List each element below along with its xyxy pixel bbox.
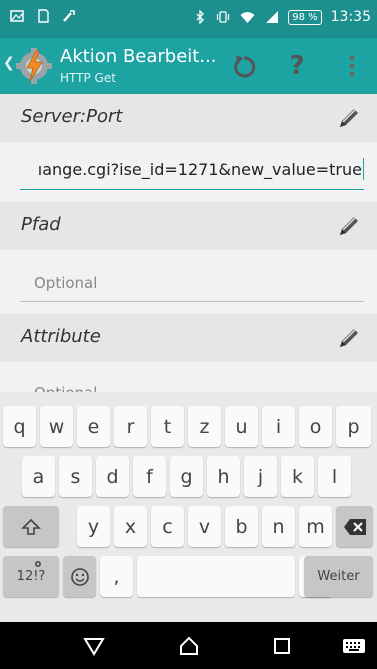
- bluetooth-icon: [196, 10, 205, 24]
- attribute-label: Attribute: [21, 326, 101, 347]
- key-q[interactable]: q: [3, 406, 36, 447]
- gallery-icon: [10, 10, 24, 22]
- weiter-label: Weiter: [317, 569, 360, 584]
- key-g[interactable]: g: [170, 456, 203, 497]
- status-bar: 98 % 13:35: [0, 0, 377, 38]
- nav-recents-button[interactable]: [262, 630, 302, 662]
- key-p[interactable]: p: [336, 406, 371, 447]
- page-title: Aktion Bearbeit...: [60, 46, 217, 67]
- keyboard-icon: [343, 639, 365, 653]
- wrench-icon: [63, 10, 75, 22]
- navigation-bar: [0, 622, 377, 669]
- server-port-value: ıange.cgi?ise_id=1271&new_value=true: [37, 160, 362, 179]
- server-port-input[interactable]: ıange.cgi?ise_id=1271&new_value=true: [20, 150, 364, 190]
- soft-keyboard: q w e r t z u i o p a s d f g h j k l y …: [0, 392, 377, 622]
- emoji-key[interactable]: [63, 556, 96, 597]
- key-r[interactable]: r: [114, 406, 147, 447]
- key-w[interactable]: w: [40, 406, 73, 447]
- help-button[interactable]: ?: [275, 44, 319, 88]
- pfad-placeholder: Optional: [34, 274, 98, 292]
- key-n[interactable]: n: [262, 506, 295, 547]
- backspace-icon: [343, 518, 366, 535]
- symbols-label: 12!?: [16, 569, 46, 584]
- attribute-placeholder: Optional: [34, 384, 97, 392]
- text-cursor: [362, 158, 364, 180]
- battery-indicator: 98 %: [288, 9, 322, 25]
- sim-icon: [38, 9, 49, 23]
- symbols-key[interactable]: 12!?: [3, 556, 59, 597]
- weiter-key[interactable]: Weiter: [304, 556, 373, 597]
- page-subtitle: HTTP Get: [60, 71, 116, 85]
- emoji-icon: [70, 567, 89, 586]
- key-x[interactable]: x: [114, 506, 147, 547]
- back-chevron-icon[interactable]: ❮: [3, 55, 15, 71]
- key-c[interactable]: c: [151, 506, 184, 547]
- signal-icon: [266, 11, 279, 23]
- key-b[interactable]: b: [225, 506, 258, 547]
- undo-button[interactable]: [222, 44, 266, 88]
- key-o[interactable]: o: [299, 406, 332, 447]
- overflow-menu-button[interactable]: [330, 44, 374, 88]
- key-d[interactable]: d: [96, 456, 129, 497]
- key-t[interactable]: t: [151, 406, 184, 447]
- shift-key[interactable]: [3, 506, 59, 547]
- more-vert-icon: [349, 55, 355, 77]
- pfad-label: Pfad: [21, 214, 61, 235]
- key-l[interactable]: l: [318, 456, 351, 497]
- screen: 98 % 13:35 ❮ Aktion Bearbeit... HTTP Get…: [0, 0, 377, 669]
- help-icon: ?: [289, 51, 305, 81]
- comma-key[interactable]: ,: [100, 556, 133, 597]
- edit-pencil-icon[interactable]: [335, 212, 363, 240]
- back-icon: [83, 638, 105, 656]
- key-m[interactable]: m: [299, 506, 332, 547]
- key-i[interactable]: i: [262, 406, 295, 447]
- nav-back-button[interactable]: [74, 630, 114, 662]
- key-h[interactable]: h: [207, 456, 240, 497]
- undo-icon: [234, 55, 256, 78]
- backspace-key[interactable]: [336, 506, 373, 547]
- key-k[interactable]: k: [281, 456, 314, 497]
- app-icon[interactable]: [14, 46, 54, 86]
- nav-home-button[interactable]: [169, 630, 209, 662]
- action-form: Server:Port ıange.cgi?ise_id=1271&new_va…: [0, 94, 377, 392]
- shift-icon: [21, 518, 41, 535]
- key-f[interactable]: f: [133, 456, 166, 497]
- edit-pencil-icon[interactable]: [335, 324, 363, 352]
- status-left-icons: [10, 9, 76, 23]
- attribute-input[interactable]: Optional: [20, 372, 364, 392]
- section-server-port: Server:Port: [0, 94, 377, 142]
- key-j[interactable]: j: [244, 456, 277, 497]
- recents-icon: [274, 638, 290, 654]
- key-a[interactable]: a: [22, 456, 55, 497]
- status-right-icons: 98 % 13:35: [193, 9, 371, 25]
- clock: 13:35: [330, 9, 371, 25]
- key-s[interactable]: s: [59, 456, 92, 497]
- edit-pencil-icon[interactable]: [335, 104, 363, 132]
- action-bar: ❮ Aktion Bearbeit... HTTP Get ?: [0, 38, 377, 94]
- key-y[interactable]: y: [77, 506, 110, 547]
- key-e[interactable]: e: [77, 406, 110, 447]
- key-u[interactable]: u: [225, 406, 258, 447]
- home-icon: [180, 636, 198, 655]
- nav-keyboard-button[interactable]: [334, 630, 374, 662]
- section-attribute: Attribute: [0, 314, 377, 362]
- vibrate-icon: [217, 11, 230, 23]
- server-port-label: Server:Port: [21, 106, 123, 127]
- settings-gear-icon: [35, 561, 41, 567]
- wifi-icon: [240, 12, 255, 23]
- space-key[interactable]: [137, 556, 295, 597]
- key-z[interactable]: z: [188, 406, 221, 447]
- key-v[interactable]: v: [188, 506, 221, 547]
- section-pfad: Pfad: [0, 202, 377, 250]
- pfad-input[interactable]: Optional: [20, 262, 364, 302]
